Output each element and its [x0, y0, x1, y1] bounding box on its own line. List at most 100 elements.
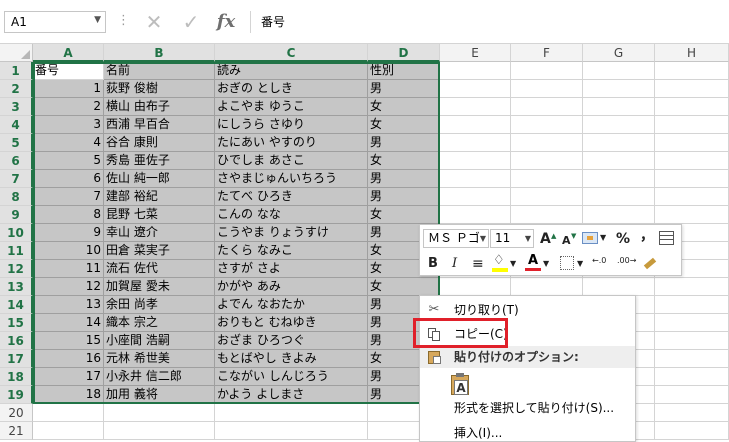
menu-item-copy[interactable]: コピー(C) [420, 323, 635, 345]
cell-a1[interactable]: 番号 [33, 62, 104, 80]
cell-f1[interactable] [511, 62, 583, 80]
cell-h21[interactable] [655, 422, 729, 440]
row-header-14[interactable]: 14 [0, 296, 33, 314]
cell-b8[interactable]: 建部 裕紀 [104, 188, 215, 206]
cell-f8[interactable] [511, 188, 583, 206]
cell-a9[interactable]: 8 [33, 206, 104, 224]
cell-d2[interactable]: 男 [368, 80, 440, 98]
font-color-icon[interactable]: A [525, 253, 541, 271]
cell-c11[interactable]: たくら なみこ [215, 242, 368, 260]
cell-d4[interactable]: 女 [368, 116, 440, 134]
cell-e2[interactable] [440, 80, 511, 98]
cell-g9[interactable] [583, 206, 655, 224]
fill-color-icon[interactable]: ♢ [492, 253, 508, 272]
cell-h6[interactable] [655, 152, 729, 170]
shrink-font-icon[interactable]: A [562, 232, 571, 250]
row-header-8[interactable]: 8 [0, 188, 33, 206]
cell-d6[interactable]: 女 [368, 152, 440, 170]
cell-a8[interactable]: 7 [33, 188, 104, 206]
cell-h16[interactable] [655, 332, 729, 350]
cell-b10[interactable]: 幸山 遼介 [104, 224, 215, 242]
cell-b1[interactable]: 名前 [104, 62, 215, 80]
cell-f5[interactable] [511, 134, 583, 152]
cell-h7[interactable] [655, 170, 729, 188]
cell-e7[interactable] [440, 170, 511, 188]
cell-f2[interactable] [511, 80, 583, 98]
cell-h3[interactable] [655, 98, 729, 116]
cell-b19[interactable]: 加用 義将 [104, 386, 215, 404]
cell-h1[interactable] [655, 62, 729, 80]
row-header-2[interactable]: 2 [0, 80, 33, 98]
cell-a21[interactable] [33, 422, 104, 440]
column-header-c[interactable]: C [215, 44, 368, 62]
format-painter-icon[interactable] [642, 255, 658, 271]
cell-a16[interactable]: 15 [33, 332, 104, 350]
cell-g13[interactable] [583, 278, 655, 296]
cell-a11[interactable]: 10 [33, 242, 104, 260]
cell-h2[interactable] [655, 80, 729, 98]
cell-c20[interactable] [215, 404, 368, 422]
cell-h4[interactable] [655, 116, 729, 134]
cell-c1[interactable]: 読み [215, 62, 368, 80]
format-painter-table-icon[interactable] [659, 231, 674, 245]
select-all-corner[interactable] [0, 44, 33, 62]
name-box[interactable]: A1 ▼ [4, 11, 106, 33]
column-header-h[interactable]: H [655, 44, 729, 62]
cancel-icon[interactable]: ✕ [142, 10, 166, 34]
cell-c18[interactable]: こながい しんじろう [215, 368, 368, 386]
bold-icon[interactable]: B [428, 255, 438, 273]
cell-a2[interactable]: 1 [33, 80, 104, 98]
paste-option-clipboard-icon[interactable]: A [450, 373, 472, 397]
row-header-21[interactable]: 21 [0, 422, 33, 440]
cell-b21[interactable] [104, 422, 215, 440]
cell-g6[interactable] [583, 152, 655, 170]
chevron-down-icon[interactable]: ▼ [577, 255, 583, 273]
cell-a10[interactable]: 9 [33, 224, 104, 242]
cell-c17[interactable]: もとばやし きよみ [215, 350, 368, 368]
comma-style-icon[interactable]: ， [640, 227, 654, 245]
cell-g4[interactable] [583, 116, 655, 134]
cell-c6[interactable]: ひでしま あさこ [215, 152, 368, 170]
cell-e13[interactable] [440, 278, 511, 296]
cell-a4[interactable]: 3 [33, 116, 104, 134]
increase-decimal-icon[interactable]: ←.0 [592, 256, 606, 265]
cell-a5[interactable]: 4 [33, 134, 104, 152]
cell-c2[interactable]: おぎの としき [215, 80, 368, 98]
row-header-1[interactable]: 1 [0, 62, 33, 80]
column-header-a[interactable]: A [33, 44, 104, 62]
cell-b14[interactable]: 余田 尚孝 [104, 296, 215, 314]
row-header-7[interactable]: 7 [0, 170, 33, 188]
font-size-box[interactable]: 11 ▼ [490, 229, 534, 248]
cell-e1[interactable] [440, 62, 511, 80]
menu-item-cut[interactable]: ✂ 切り取り(T) [420, 299, 635, 321]
borders-icon[interactable] [560, 256, 574, 270]
cell-h15[interactable] [655, 314, 729, 332]
cell-b6[interactable]: 秀島 亜佐子 [104, 152, 215, 170]
cell-b4[interactable]: 西浦 早百合 [104, 116, 215, 134]
row-header-6[interactable]: 6 [0, 152, 33, 170]
enter-icon[interactable]: ✓ [179, 10, 203, 34]
cell-g3[interactable] [583, 98, 655, 116]
formula-input[interactable]: 番号 [250, 11, 729, 33]
cell-d5[interactable]: 男 [368, 134, 440, 152]
cell-b12[interactable]: 流石 佐代 [104, 260, 215, 278]
cell-c12[interactable]: さすが さよ [215, 260, 368, 278]
column-header-d[interactable]: D [368, 44, 440, 62]
cell-f9[interactable] [511, 206, 583, 224]
cell-e9[interactable] [440, 206, 511, 224]
cell-a17[interactable]: 16 [33, 350, 104, 368]
cell-h14[interactable] [655, 296, 729, 314]
chevron-down-icon[interactable]: ▼ [94, 15, 101, 25]
cell-h13[interactable] [655, 278, 729, 296]
cell-c21[interactable] [215, 422, 368, 440]
formula-bar-splitter[interactable]: ⋮ [117, 13, 130, 28]
cell-b11[interactable]: 田倉 菜実子 [104, 242, 215, 260]
cell-d8[interactable]: 男 [368, 188, 440, 206]
chevron-down-icon[interactable]: ▼ [543, 255, 549, 273]
font-name-box[interactable]: ＭＳ Ｐゴ ▼ [423, 229, 489, 248]
cell-b5[interactable]: 谷合 康則 [104, 134, 215, 152]
row-header-5[interactable]: 5 [0, 134, 33, 152]
cell-h8[interactable] [655, 188, 729, 206]
cell-f4[interactable] [511, 116, 583, 134]
cell-h17[interactable] [655, 350, 729, 368]
